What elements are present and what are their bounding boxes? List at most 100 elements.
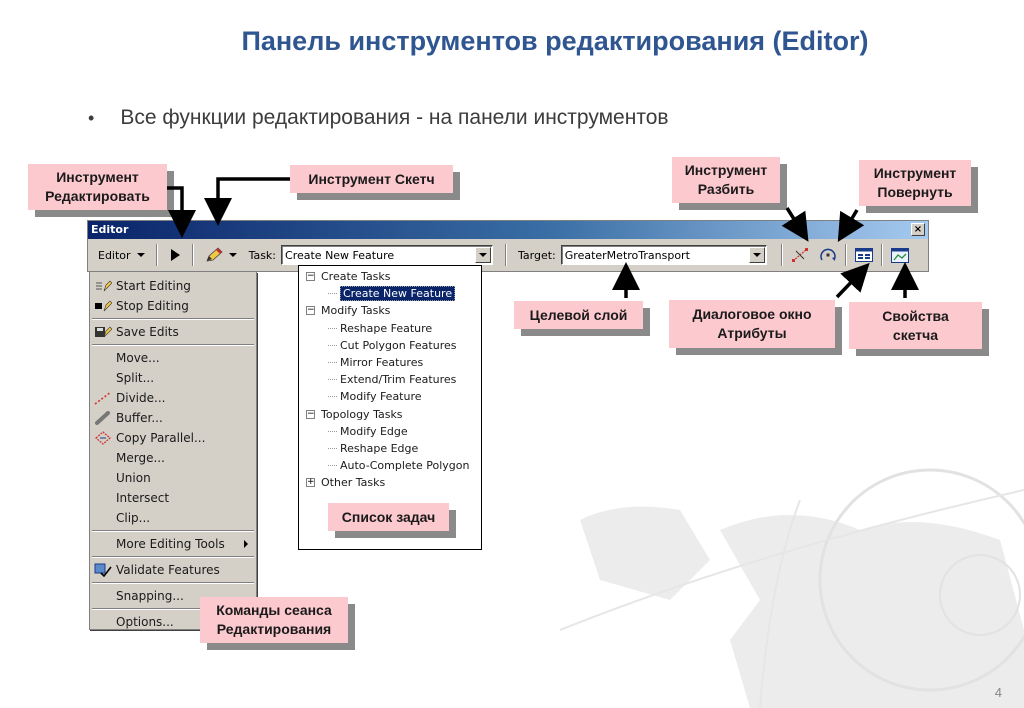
menu-separator xyxy=(92,318,254,320)
stop-editing-icon xyxy=(95,300,112,312)
callout-edit-tool: Инструмент Редактировать xyxy=(28,164,167,210)
menu-item-label: Clip... xyxy=(116,511,151,525)
menu-item-intersect[interactable]: Intersect xyxy=(90,488,256,508)
collapse-icon[interactable]: − xyxy=(306,409,315,419)
tree-item-reshape-feature[interactable]: Reshape Feature xyxy=(299,320,481,337)
collapse-icon[interactable]: − xyxy=(306,272,315,281)
menu-item-start-editing[interactable]: Start Editing xyxy=(90,276,256,296)
menu-separator xyxy=(92,556,254,558)
arrow-pointer-icon xyxy=(170,249,180,261)
menu-item-label: Save Edits xyxy=(116,325,179,339)
sketch-tool-button[interactable] xyxy=(199,243,243,267)
chevron-down-icon xyxy=(136,253,145,257)
tree-item-modify-edge[interactable]: Modify Edge xyxy=(299,423,481,440)
attributes-table-icon xyxy=(854,248,873,262)
tree-item-cut-polygon-features[interactable]: Cut Polygon Features xyxy=(299,337,481,354)
tree-group-label: Create Tasks xyxy=(321,270,391,284)
tree-group-modify-tasks[interactable]: − Modify Tasks xyxy=(299,302,481,319)
toolbar-separator xyxy=(880,244,883,266)
sketch-properties-icon xyxy=(890,247,909,263)
toolbar-separator xyxy=(844,244,847,266)
rotate-icon xyxy=(820,248,836,261)
menu-item-buffer[interactable]: Buffer... xyxy=(90,408,256,428)
menu-item-copy-parallel[interactable]: Copy Parallel... xyxy=(90,428,256,448)
copy-parallel-icon xyxy=(95,431,111,445)
collapse-icon[interactable]: − xyxy=(306,306,315,316)
toolbar-title: Editor xyxy=(91,223,129,236)
arrow-sketch-tool xyxy=(204,177,290,226)
task-select[interactable]: Create New Feature xyxy=(281,245,494,265)
menu-item-union[interactable]: Union xyxy=(90,468,256,488)
tree-item-modify-feature[interactable]: Modify Feature xyxy=(299,388,481,405)
menu-item-merge[interactable]: Merge... xyxy=(90,448,256,468)
tree-item-label: Auto-Complete Polygon xyxy=(340,459,470,473)
toolbar-row: Editor Task: Create New Feature Target: … xyxy=(88,239,928,271)
menu-item-label: Split... xyxy=(116,371,155,385)
bullet-point: • Все функции редактирования - на панели… xyxy=(88,106,669,130)
tree-item-extend-trim-features[interactable]: Extend/Trim Features xyxy=(299,371,481,388)
save-edits-icon xyxy=(95,326,112,338)
tree-item-label: Create New Feature xyxy=(340,286,456,302)
menu-item-label: Buffer... xyxy=(116,411,163,425)
menu-separator xyxy=(92,582,254,584)
callout-target-layer: Целевой слой xyxy=(514,301,643,329)
split-tool-button[interactable] xyxy=(788,244,812,266)
target-select[interactable]: GreaterMetroTransport xyxy=(560,245,767,265)
expand-icon[interactable]: + xyxy=(306,478,315,488)
tree-item-label: Reshape Edge xyxy=(340,441,419,455)
task-label: Task: xyxy=(248,248,277,262)
tree-item-label: Cut Polygon Features xyxy=(340,338,457,352)
tree-item-auto-complete-polygon[interactable]: Auto-Complete Polygon xyxy=(299,457,481,474)
submenu-arrow-icon xyxy=(244,540,248,548)
sketch-properties-button[interactable] xyxy=(888,244,912,266)
editor-menu-button[interactable]: Editor xyxy=(92,243,151,267)
close-button[interactable]: × xyxy=(911,223,925,236)
chevron-down-icon xyxy=(228,253,237,257)
editor-menu: Start Editing Stop Editing Save Edits Mo… xyxy=(89,272,257,630)
toolbar-titlebar[interactable]: Editor × xyxy=(88,221,928,239)
editor-toolbar-window: Editor × Editor Task: Create New Feature… xyxy=(87,220,929,272)
toolbar-separator xyxy=(505,244,508,266)
bullet-dot: • xyxy=(88,108,95,128)
menu-item-stop-editing[interactable]: Stop Editing xyxy=(90,296,256,316)
chevron-down-icon xyxy=(479,253,488,257)
slide-title: Панель инструментов редактирования (Edit… xyxy=(241,26,869,56)
menu-item-save-edits[interactable]: Save Edits xyxy=(90,322,256,342)
tree-group-label: Topology Tasks xyxy=(321,407,403,421)
task-select-dropdown-button[interactable] xyxy=(475,247,492,263)
tree-item-mirror-features[interactable]: Mirror Features xyxy=(299,354,481,371)
target-label: Target: xyxy=(518,248,556,262)
validate-features-icon xyxy=(94,563,112,577)
target-select-value: GreaterMetroTransport xyxy=(564,248,690,262)
menu-item-label: Merge... xyxy=(116,451,165,465)
rotate-tool-button[interactable] xyxy=(816,244,840,266)
menu-item-clip[interactable]: Clip... xyxy=(90,508,256,528)
menu-item-label: More Editing Tools xyxy=(116,537,225,551)
callout-task-list: Список задач xyxy=(328,503,449,531)
tree-group-other-tasks[interactable]: + Other Tasks xyxy=(299,474,481,491)
callout-rotate-tool: Инструмент Повернуть xyxy=(859,160,971,206)
menu-item-move[interactable]: Move... xyxy=(90,348,256,368)
tree-group-create-tasks[interactable]: − Create Tasks xyxy=(299,268,481,285)
menu-separator xyxy=(92,530,254,532)
tree-group-topology-tasks[interactable]: − Topology Tasks xyxy=(299,406,481,423)
menu-separator xyxy=(92,344,254,346)
callout-split-tool: Инструмент Разбить xyxy=(672,157,780,203)
attributes-button[interactable] xyxy=(852,244,876,266)
tree-item-reshape-edge[interactable]: Reshape Edge xyxy=(299,440,481,457)
edit-tool-button[interactable] xyxy=(163,244,187,266)
callout-session-commands: Команды сеанса Редактирования xyxy=(200,597,348,643)
tree-item-label: Mirror Features xyxy=(340,356,424,370)
menu-item-divide[interactable]: Divide... xyxy=(90,388,256,408)
menu-item-more-editing-tools[interactable]: More Editing Tools xyxy=(90,534,256,554)
toolbar-separator xyxy=(155,244,158,266)
menu-item-label: Stop Editing xyxy=(116,299,189,313)
callout-sketch-properties: Свойства скетча xyxy=(849,302,982,349)
tree-item-create-new-feature[interactable]: Create New Feature xyxy=(299,285,481,302)
menu-item-validate-features[interactable]: Validate Features xyxy=(90,560,256,580)
arrow-edit-tool xyxy=(167,186,196,238)
menu-item-split[interactable]: Split... xyxy=(90,368,256,388)
menu-item-label: Validate Features xyxy=(116,563,220,577)
target-select-dropdown-button[interactable] xyxy=(748,247,765,263)
start-editing-icon xyxy=(96,280,112,292)
